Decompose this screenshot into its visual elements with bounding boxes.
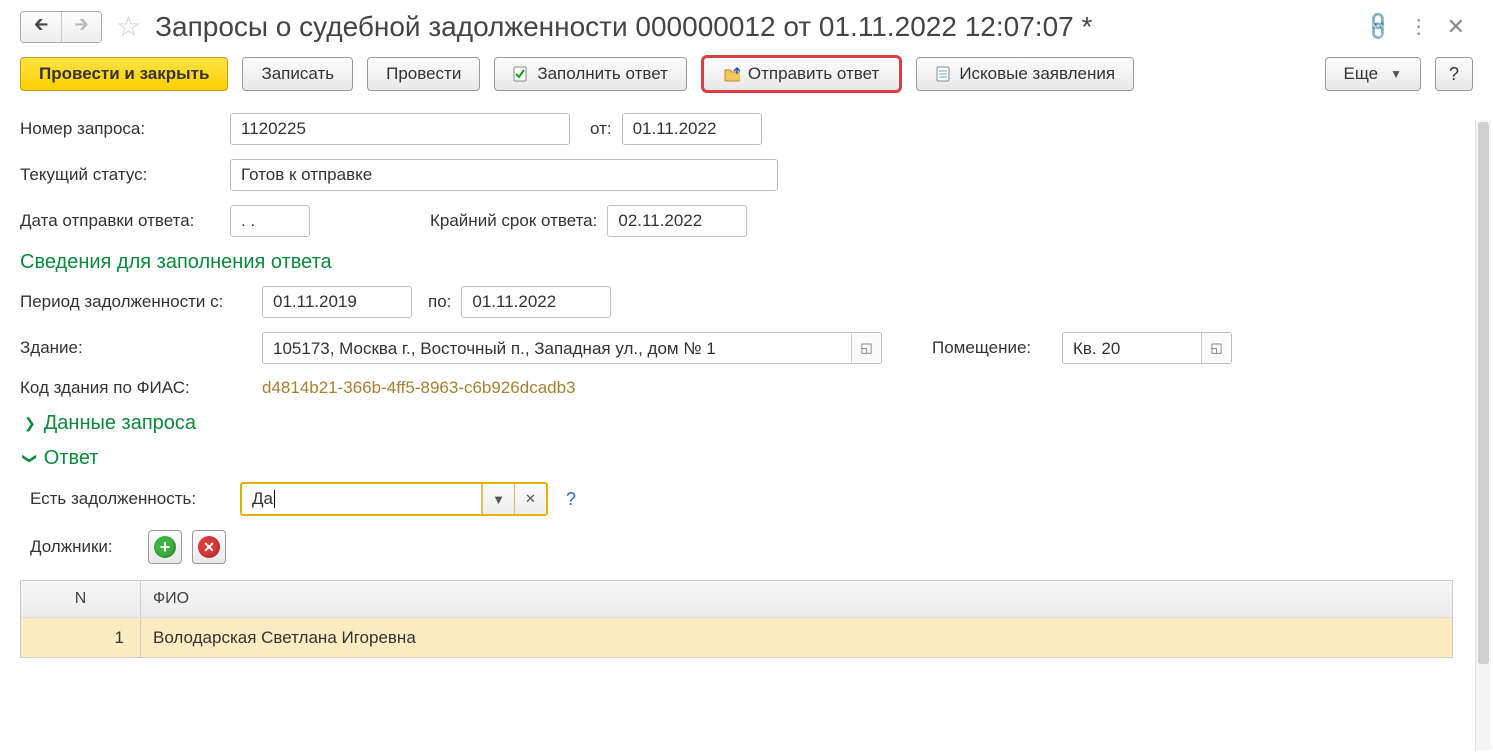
more-vertical-icon[interactable]: ⋮ (1409, 14, 1429, 39)
text-cursor (274, 490, 275, 508)
post-button[interactable]: Провести (367, 57, 480, 91)
deadline-input[interactable]: 02.11.2022 (607, 205, 747, 237)
has-debt-help-icon[interactable]: ? (566, 489, 576, 510)
add-debtor-button[interactable]: + (148, 530, 182, 564)
post-and-close-label: Провести и закрыть (39, 64, 209, 84)
arrow-right-icon: 🡲 (74, 12, 89, 42)
close-icon[interactable]: ✕ (1447, 14, 1465, 40)
app-window: 🡰 🡲 ☆ Запросы о судебной задолженности 0… (0, 0, 1493, 752)
link-icon[interactable]: 🔗 (1360, 9, 1395, 44)
section-request-data-label: Данные запроса (44, 412, 196, 435)
claims-button[interactable]: Исковые заявления (916, 57, 1134, 91)
has-debt-text: Да (252, 489, 273, 509)
plus-icon: + (154, 536, 176, 558)
section-answer-label: Ответ (44, 447, 99, 470)
claims-label: Исковые заявления (959, 64, 1115, 84)
nav-forward-button[interactable]: 🡲 (61, 12, 101, 42)
form-content: Номер запроса: 1120225 от: 01.11.2022 Те… (0, 103, 1493, 735)
debt-period-from-input[interactable]: 01.11.2019 (262, 286, 412, 318)
section-request-data-toggle[interactable]: ❯ Данные запроса (24, 412, 1473, 435)
fias-value: d4814b21-366b-4ff5-8963-c6b926dcadb3 (262, 378, 576, 398)
building-input-group: 105173, Москва г., Восточный п., Западна… (262, 332, 882, 364)
room-label: Помещение: (932, 338, 1052, 358)
window-header: 🡰 🡲 ☆ Запросы о судебной задолженности 0… (0, 0, 1493, 51)
save-button[interactable]: Записать (242, 57, 353, 91)
room-open-button[interactable]: ◱ (1201, 333, 1231, 363)
section-answer-toggle[interactable]: ❯ Ответ (24, 447, 1473, 470)
help-button[interactable]: ? (1435, 57, 1473, 91)
has-debt-label: Есть задолженность: (30, 489, 230, 509)
fias-label: Код здания по ФИАС: (20, 378, 252, 398)
help-label: ? (1449, 64, 1459, 85)
arrow-left-icon: 🡰 (34, 12, 49, 42)
send-answer-label: Отправить ответ (748, 64, 879, 84)
has-debt-value: Да (242, 484, 482, 514)
open-icon: ◱ (1210, 340, 1222, 356)
debtors-table: N ФИО 1 Володарская Светлана Игоревна (20, 580, 1453, 658)
debt-period-from-label: Период задолженности с: (20, 292, 252, 312)
nav-back-button[interactable]: 🡰 (21, 12, 61, 42)
building-open-button[interactable]: ◱ (851, 333, 881, 363)
debt-period-to-label: по: (428, 292, 451, 312)
nav-history: 🡰 🡲 (20, 11, 102, 43)
remove-debtor-button[interactable]: ✕ (192, 530, 226, 564)
open-icon: ◱ (860, 340, 872, 356)
building-input[interactable]: 105173, Москва г., Восточный п., Западна… (263, 333, 851, 364)
save-label: Записать (261, 64, 334, 84)
has-debt-dropdown-button[interactable]: ▼ (482, 484, 514, 514)
send-answer-button[interactable]: Отправить ответ (701, 55, 902, 93)
more-label: Еще (1344, 64, 1379, 84)
room-input-group: Кв. 20 ◱ (1062, 332, 1232, 364)
window-title: Запросы о судебной задолженности 0000000… (155, 11, 1356, 43)
col-header-n[interactable]: N (21, 581, 141, 617)
fill-answer-button[interactable]: Заполнить ответ (494, 57, 687, 91)
from-date-input[interactable]: 01.11.2022 (622, 113, 762, 145)
debtors-table-header: N ФИО (21, 581, 1452, 617)
send-date-input[interactable]: . . (230, 205, 310, 237)
check-document-icon (513, 66, 529, 82)
debtors-label: Должники: (30, 537, 138, 557)
cell-row-number: 1 (21, 618, 141, 657)
scrollbar-thumb[interactable] (1478, 122, 1489, 664)
post-and-close-button[interactable]: Провести и закрыть (20, 57, 228, 91)
chevron-down-icon: ▼ (1390, 67, 1402, 81)
building-label: Здание: (20, 338, 252, 358)
more-button[interactable]: Еще ▼ (1325, 57, 1421, 91)
chevron-down-icon: ▼ (492, 492, 505, 507)
x-icon: ✕ (198, 536, 220, 558)
clear-icon: ✕ (525, 491, 536, 507)
has-debt-clear-button[interactable]: ✕ (514, 484, 546, 514)
window-controls: 🔗 ⋮ ✕ (1366, 14, 1465, 40)
chevron-right-icon: ❯ (24, 415, 36, 432)
document-list-icon (935, 66, 951, 82)
section-answer-info-heading: Сведения для заполнения ответа (20, 251, 1473, 274)
chevron-down-icon: ❯ (21, 453, 38, 465)
cell-fio: Володарская Светлана Игоревна (141, 618, 1452, 657)
col-header-fio[interactable]: ФИО (141, 581, 1452, 617)
send-date-label: Дата отправки ответа: (20, 211, 220, 231)
post-label: Провести (386, 64, 461, 84)
from-date-label: от: (590, 119, 612, 139)
fill-answer-label: Заполнить ответ (537, 64, 668, 84)
vertical-scrollbar[interactable] (1475, 120, 1491, 750)
status-label: Текущий статус: (20, 165, 220, 185)
has-debt-select[interactable]: Да ▼ ✕ (240, 482, 548, 516)
table-row[interactable]: 1 Володарская Светлана Игоревна (21, 617, 1452, 657)
folder-send-icon (724, 66, 740, 82)
request-number-label: Номер запроса: (20, 119, 220, 139)
room-input[interactable]: Кв. 20 (1063, 333, 1201, 364)
deadline-label: Крайний срок ответа: (430, 211, 597, 231)
command-toolbar: Провести и закрыть Записать Провести Зап… (0, 51, 1493, 103)
debt-period-to-input[interactable]: 01.11.2022 (461, 286, 611, 318)
status-input[interactable]: Готов к отправке (230, 159, 778, 191)
request-number-input[interactable]: 1120225 (230, 113, 570, 145)
favorite-star-icon[interactable]: ☆ (116, 10, 141, 43)
